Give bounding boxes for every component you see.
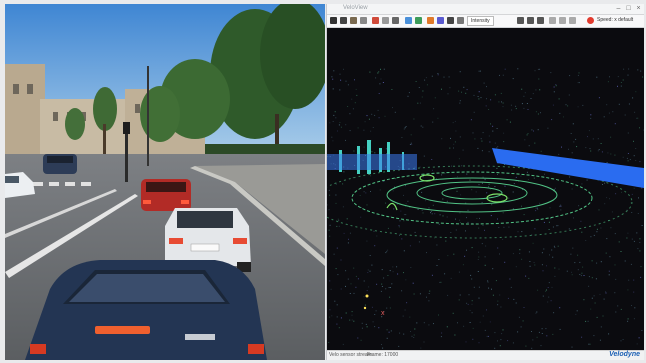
minimize-icon[interactable]: – [615,5,622,12]
red-car [141,179,191,211]
playback-speed[interactable]: Speed: x default [597,16,633,24]
first-frame-icon[interactable] [559,17,566,24]
sensor-stream-icon[interactable] [340,17,347,24]
car-distant [43,154,77,174]
vehicle-points [386,174,508,211]
settings-icon[interactable] [360,17,367,24]
last-frame-icon[interactable] [569,17,576,24]
zoom-icon[interactable] [457,17,464,24]
select-points-icon[interactable] [427,17,434,24]
building-left [5,64,45,154]
grid-icon[interactable] [392,17,399,24]
viewer-titlebar: VeloView – □ × [327,4,644,15]
street-scene [5,4,325,360]
frame-counter: Frame: 17000 [367,352,399,358]
rotate-icon[interactable] [447,17,454,24]
stop-icon[interactable] [587,17,594,24]
status-left: Velo sensor stream [329,352,372,358]
left-wall-points [327,154,417,170]
loop-icon[interactable] [549,17,556,24]
measure-icon[interactable] [382,17,389,24]
point-scatter [327,68,644,349]
maximize-icon[interactable]: □ [625,5,632,12]
velodyne-logo: Velodyne [609,351,640,358]
viewer-statusbar: Velo sensor stream Frame: 17000 Velodyne [327,350,644,360]
color-by-select[interactable]: Intensity [467,16,494,26]
sensor-origin [363,294,369,310]
viewer-title: VeloView [343,5,368,11]
point-cloud-viewport[interactable]: x [327,28,644,352]
view-reset-icon[interactable] [405,17,412,24]
axis-x-marker: x [381,310,385,317]
camera-view-icon[interactable] [415,17,422,24]
point-cloud: x [327,68,644,349]
play-icon[interactable] [517,17,524,24]
save-icon[interactable] [350,17,357,24]
lidar-viewer-window: VeloView – □ × Intensity Speed: x defaul… [326,4,644,360]
record-icon[interactable] [372,17,379,24]
step-forward-icon[interactable] [537,17,544,24]
ego-car [25,260,267,360]
open-file-icon[interactable] [330,17,337,24]
viewer-toolbar: Intensity Speed: x default [327,15,644,28]
camera-view [5,4,325,360]
lamp-post [147,66,149,166]
close-icon[interactable]: × [635,5,642,12]
spreadsheet-icon[interactable] [437,17,444,24]
pause-icon[interactable] [527,17,534,24]
